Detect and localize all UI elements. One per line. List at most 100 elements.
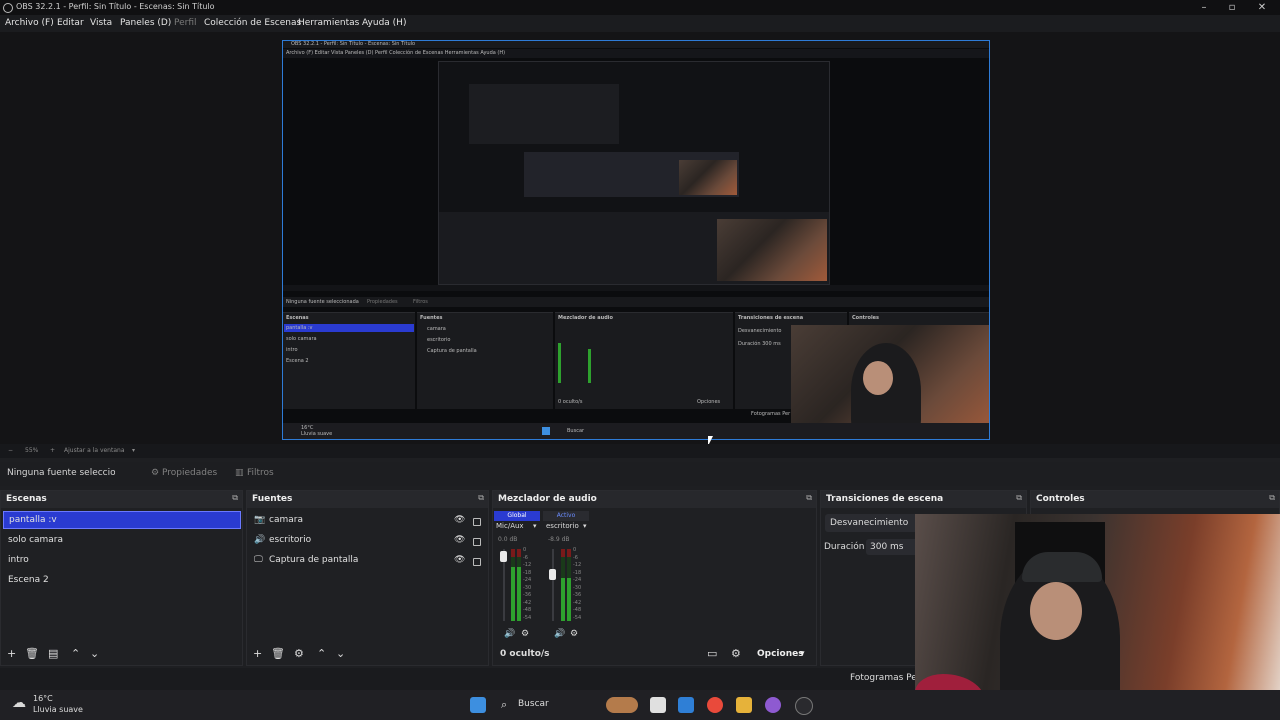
filters-button[interactable]: Filtros xyxy=(247,468,274,478)
taskbar-search[interactable]: Buscar xyxy=(518,699,549,709)
windows-start-icon[interactable] xyxy=(470,697,486,713)
inner-meter xyxy=(588,349,591,383)
weather-temp: 16°C xyxy=(33,694,53,703)
options-dropdown-icon[interactable]: ▾ xyxy=(800,649,805,659)
scene-item-pantalla[interactable]: pantalla :v xyxy=(3,511,241,529)
zoom-fit-select[interactable]: Ajustar a la ventana xyxy=(64,447,125,454)
inner-duration: Duración 300 ms xyxy=(738,341,781,347)
channel-settings-icon[interactable]: ⚙ xyxy=(570,629,578,639)
inner-scene-item: solo camara xyxy=(286,336,317,342)
channel-dropdown-icon[interactable]: ▾ xyxy=(583,522,587,530)
zoom-in-button[interactable]: + xyxy=(50,447,55,454)
scene-item-solo-camara[interactable]: solo camara xyxy=(3,531,241,549)
recursive-webcam-small xyxy=(717,219,827,281)
scene-filters-button[interactable]: ▤ xyxy=(48,647,58,660)
menu-perfil[interactable]: Perfil xyxy=(174,18,197,28)
mixer-dock-header: Mezclador de audio ⧉ xyxy=(493,491,816,508)
mute-speaker-icon[interactable]: 🔊 xyxy=(504,629,515,639)
source-item-camara[interactable]: camara xyxy=(264,511,444,529)
mixer-layout-icon[interactable]: ▭ xyxy=(707,647,717,660)
menu-ayuda[interactable]: Ayuda (H) xyxy=(362,18,406,28)
inner-scene-item: Escena 2 xyxy=(286,358,309,364)
tab-active[interactable]: Activo xyxy=(543,511,589,521)
inner-start-icon xyxy=(542,427,550,435)
recursive-webcam xyxy=(679,160,737,195)
menu-vista[interactable]: Vista xyxy=(90,18,112,28)
undock-icon[interactable]: ⧉ xyxy=(232,493,238,503)
move-down-button[interactable]: ⌄ xyxy=(90,647,99,660)
scenes-dock-header: Escenas ⧉ xyxy=(1,491,242,508)
meter-peak xyxy=(517,549,521,557)
meter-peak xyxy=(561,549,565,557)
undock-icon[interactable]: ⧉ xyxy=(1016,493,1022,503)
lock-icon[interactable] xyxy=(473,558,481,566)
mixer-advanced-icon[interactable]: ⚙ xyxy=(731,647,741,660)
copilot-icon[interactable] xyxy=(678,697,694,713)
meter-ticks: 0 -6 -12 -18 -24 -30 -36 -42 -48 -54 xyxy=(573,547,582,621)
obs-taskbar-icon[interactable] xyxy=(795,697,813,715)
menu-paneles[interactable]: Paneles (D) xyxy=(120,18,171,28)
inner-menu-bar: Archivo (F) Editar Vista Paneles (D) Per… xyxy=(283,49,989,58)
move-down-button[interactable]: ⌄ xyxy=(336,647,345,660)
visibility-eye-icon[interactable]: 👁 xyxy=(454,535,465,545)
scene-item-intro[interactable]: intro xyxy=(3,551,241,569)
preview-canvas[interactable]: OBS 32.2.1 - Perfil: Sin Título - Escena… xyxy=(282,40,990,440)
inner-transitions-title: Transiciones de escena xyxy=(738,315,804,321)
volume-slider-knob[interactable] xyxy=(500,551,507,562)
search-icon[interactable]: ⌕ xyxy=(501,698,507,712)
visibility-eye-icon[interactable]: 👁 xyxy=(454,515,465,525)
source-item-escritorio[interactable]: escritorio xyxy=(264,531,444,549)
maximize-button[interactable]: ▫ xyxy=(1218,0,1246,15)
task-view-icon[interactable] xyxy=(650,697,666,713)
channel-settings-icon[interactable]: ⚙ xyxy=(521,629,529,639)
source-item-captura[interactable]: Captura de pantalla xyxy=(264,551,444,569)
move-up-button[interactable]: ⌃ xyxy=(317,647,326,660)
add-source-button[interactable]: + xyxy=(253,647,262,660)
properties-button[interactable]: Propiedades xyxy=(162,468,217,478)
meter-level xyxy=(511,567,515,621)
remove-source-button[interactable]: 🗑 xyxy=(271,647,285,660)
duration-input[interactable]: 300 ms xyxy=(866,539,920,555)
chrome-icon[interactable] xyxy=(707,697,723,713)
close-button[interactable]: ✕ xyxy=(1248,0,1276,15)
weather-icon: ☁ xyxy=(12,695,26,711)
source-settings-button[interactable]: ⚙ xyxy=(294,647,304,660)
gear-icon: ⚙ xyxy=(151,468,160,478)
menu-coleccion-escenas[interactable]: Colección de Escenas xyxy=(204,18,301,28)
meter-level xyxy=(567,577,571,621)
inner-props: Propiedades xyxy=(367,299,398,305)
sources-dock: Fuentes ⧉ 📷 camara 🔊 escritorio 🖵 Captur… xyxy=(246,490,489,666)
title-bar: OBS 32.2.1 - Perfil: Sin Título - Escena… xyxy=(0,0,1280,15)
scene-item-escena-2[interactable]: Escena 2 xyxy=(3,571,241,589)
inner-taskbar: 16°C Lluvia suave Buscar xyxy=(283,423,989,439)
menu-archivo[interactable]: Archivo (F) xyxy=(5,18,54,28)
tab-global[interactable]: Global xyxy=(494,511,540,521)
minimize-button[interactable]: – xyxy=(1190,0,1218,15)
lock-icon[interactable] xyxy=(473,538,481,546)
options-button[interactable]: Opciones xyxy=(757,649,804,659)
menu-herramientas[interactable]: Herramientas xyxy=(298,18,359,28)
volume-slider-track[interactable] xyxy=(552,549,554,621)
app-icon[interactable] xyxy=(765,697,781,713)
visibility-eye-icon[interactable]: 👁 xyxy=(454,555,465,565)
transition-select[interactable]: Desvanecimiento xyxy=(825,514,920,532)
undock-icon[interactable]: ⧉ xyxy=(806,493,812,503)
channel-dropdown-icon[interactable]: ▾ xyxy=(533,522,537,530)
menu-editar[interactable]: Editar xyxy=(57,18,84,28)
file-explorer-icon[interactable] xyxy=(736,697,752,713)
transitions-dock-title: Transiciones de escena xyxy=(826,494,944,504)
lock-icon[interactable] xyxy=(473,518,481,526)
mute-speaker-icon[interactable]: 🔊 xyxy=(554,629,565,639)
add-scene-button[interactable]: + xyxy=(7,647,16,660)
volume-slider-knob[interactable] xyxy=(549,569,556,580)
remove-scene-button[interactable]: 🗑 xyxy=(25,647,39,660)
zoom-out-button[interactable]: − xyxy=(8,447,13,454)
no-source-label: Ninguna fuente seleccionada xyxy=(7,468,115,478)
zoom-dropdown-icon[interactable]: ▾ xyxy=(132,447,135,454)
undock-icon[interactable]: ⧉ xyxy=(478,493,484,503)
inner-options: Opciones xyxy=(697,399,721,405)
undock-icon[interactable]: ⧉ xyxy=(1269,493,1275,503)
audio-meter xyxy=(567,549,571,621)
move-up-button[interactable]: ⌃ xyxy=(71,647,80,660)
sources-dock-title: Fuentes xyxy=(252,494,293,504)
